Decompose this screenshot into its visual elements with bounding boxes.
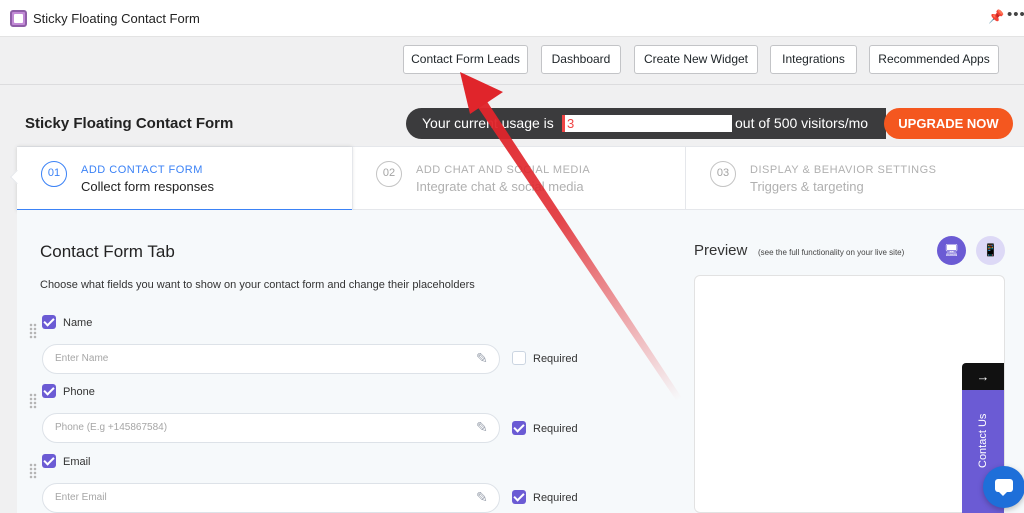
preview-title: Preview — [694, 242, 748, 259]
drag-handle-icon[interactable] — [29, 463, 37, 479]
step-number: 02 — [376, 161, 402, 187]
email-placeholder-input[interactable]: Enter Email — [42, 483, 500, 513]
contact-form-leads-button[interactable]: Contact Form Leads — [403, 45, 528, 74]
field-label-email: Email — [63, 456, 91, 468]
usage-value: 3 — [562, 115, 732, 132]
section-description: Choose what fields you want to show on y… — [40, 279, 475, 291]
step-title: ADD CHAT AND SOCIAL MEDIA — [416, 164, 591, 176]
dashboard-button[interactable]: Dashboard — [541, 45, 621, 74]
usage-prefix: Your current usage is — [422, 115, 554, 131]
page-title: Sticky Floating Contact Form — [25, 115, 234, 132]
phone-enabled-checkbox[interactable] — [42, 384, 56, 398]
desktop-preview-button[interactable]: 🖥 — [937, 236, 966, 265]
step-title: DISPLAY & BEHAVIOR SETTINGS — [750, 164, 937, 176]
arrow-right-icon[interactable]: → — [962, 363, 1004, 390]
name-required-checkbox[interactable] — [512, 351, 526, 365]
email-enabled-checkbox[interactable] — [42, 454, 56, 468]
integrations-button[interactable]: Integrations — [770, 45, 857, 74]
monitor-icon: 🖥 — [943, 243, 960, 257]
step-number: 03 — [710, 161, 736, 187]
wizard-steps: 01 ADD CONTACT FORM Collect form respons… — [17, 146, 1024, 211]
step-add-contact-form[interactable]: 01 ADD CONTACT FORM Collect form respons… — [17, 147, 352, 211]
step-title: ADD CONTACT FORM — [81, 164, 203, 176]
recommended-apps-button[interactable]: Recommended Apps — [869, 45, 999, 74]
name-enabled-checkbox[interactable] — [42, 315, 56, 329]
field-label-phone: Phone — [63, 386, 95, 398]
step-subtitle: Integrate chat & social media — [416, 179, 584, 194]
drag-handle-icon[interactable] — [29, 393, 37, 409]
app-title: Sticky Floating Contact Form — [33, 11, 200, 26]
phone-placeholder-input[interactable]: Phone (E.g +145867584) — [42, 413, 500, 443]
phone-icon: 📱 — [983, 243, 998, 257]
usage-suffix: out of 500 visitors/mo — [735, 115, 869, 131]
step-add-chat-social[interactable]: 02 ADD CHAT AND SOCIAL MEDIA Integrate c… — [352, 147, 685, 211]
required-label: Required — [533, 353, 578, 365]
required-label: Required — [533, 492, 578, 504]
mobile-preview-button[interactable]: 📱 — [976, 236, 1005, 265]
plugin-navbar: Contact Form Leads Dashboard Create New … — [0, 37, 1024, 85]
create-new-widget-button[interactable]: Create New Widget — [634, 45, 758, 74]
section-title: Contact Form Tab — [40, 242, 175, 261]
contact-us-label: Contact Us — [977, 413, 989, 468]
pencil-icon[interactable]: ✎ — [476, 350, 488, 367]
app-logo-icon — [10, 10, 27, 27]
preview-note: (see the full functionality on your live… — [758, 248, 905, 257]
required-label: Required — [533, 423, 578, 435]
step-display-behavior[interactable]: 03 DISPLAY & BEHAVIOR SETTINGS Triggers … — [686, 147, 1024, 211]
step-subtitle: Triggers & targeting — [750, 179, 864, 194]
chat-bubble-icon[interactable] — [983, 466, 1024, 508]
drag-handle-icon[interactable] — [29, 323, 37, 339]
app-topbar: Sticky Floating Contact Form 📌 ••• — [0, 0, 1024, 37]
phone-required-checkbox[interactable] — [512, 421, 526, 435]
more-icon[interactable]: ••• — [1007, 6, 1024, 23]
step-subtitle: Collect form responses — [81, 179, 214, 194]
field-label-name: Name — [63, 317, 93, 329]
step-number: 01 — [41, 161, 67, 187]
name-placeholder-input[interactable]: Enter Name — [42, 344, 500, 374]
preview-frame — [694, 275, 1005, 513]
pencil-icon[interactable]: ✎ — [476, 489, 488, 506]
email-required-checkbox[interactable] — [512, 490, 526, 504]
pin-icon[interactable]: 📌 — [988, 9, 1004, 25]
pencil-icon[interactable]: ✎ — [476, 419, 488, 436]
upgrade-now-button[interactable]: UPGRADE NOW — [884, 108, 1013, 139]
